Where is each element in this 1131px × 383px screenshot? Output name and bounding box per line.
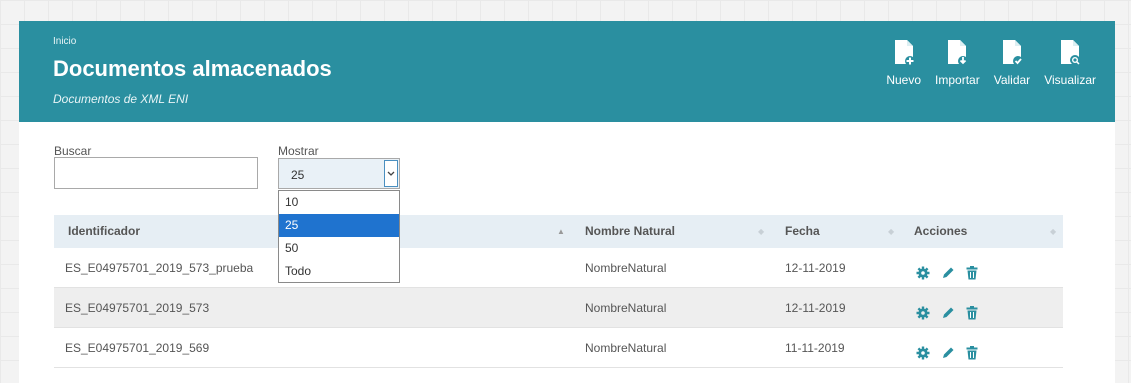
column-header-identificador[interactable]: Identificador bbox=[68, 215, 140, 248]
page-size-dropdown: 10 25 50 Todo bbox=[278, 190, 400, 283]
column-header-fecha[interactable]: Fecha bbox=[785, 215, 820, 248]
document-view-icon bbox=[1061, 40, 1081, 65]
page-header: Inicio Documentos almacenados Documentos… bbox=[19, 21, 1115, 122]
page-size-option-selected[interactable]: 25 bbox=[279, 214, 399, 237]
column-header-acciones: Acciones bbox=[914, 224, 968, 238]
gear-icon[interactable] bbox=[916, 346, 930, 360]
pencil-icon[interactable] bbox=[941, 266, 955, 280]
cell-nombre: NombreNatural bbox=[585, 261, 667, 275]
column-header-nombre[interactable]: Nombre Natural bbox=[585, 215, 675, 248]
gear-icon[interactable] bbox=[916, 266, 930, 280]
cell-nombre: NombreNatural bbox=[585, 341, 667, 355]
documents-card: Inicio Documentos almacenados Documentos… bbox=[19, 21, 1115, 383]
cell-identificador: ES_E04975701_2019_573_prueba bbox=[65, 261, 254, 275]
table-header: Identificador ▲ Nombre Natural ◆ Fecha ◆… bbox=[54, 215, 1063, 248]
chevron-down-icon[interactable] bbox=[384, 160, 398, 187]
page-subtitle: Documentos de XML ENI bbox=[53, 92, 189, 106]
cell-identificador: ES_E04975701_2019_569 bbox=[65, 341, 210, 355]
pencil-icon[interactable] bbox=[941, 306, 955, 320]
row-actions bbox=[916, 306, 978, 320]
breadcrumb[interactable]: Inicio bbox=[53, 36, 76, 47]
page-size-option[interactable]: 50 bbox=[279, 237, 399, 260]
validar-label: Validar bbox=[993, 73, 1031, 87]
nuevo-button[interactable]: Nuevo bbox=[886, 40, 921, 87]
cell-identificador: ES_E04975701_2019_573 bbox=[65, 301, 210, 315]
validar-button[interactable]: Validar bbox=[994, 40, 1030, 87]
search-label: Buscar bbox=[54, 144, 92, 158]
table-row: ES_E04975701_2019_573 NombreNatural 12-1… bbox=[54, 288, 1063, 328]
page-size-option[interactable]: 10 bbox=[279, 191, 399, 214]
nuevo-label: Nuevo bbox=[886, 73, 922, 87]
visualizar-label: Visualizar bbox=[1044, 73, 1096, 87]
row-actions bbox=[916, 346, 978, 360]
trash-icon[interactable] bbox=[966, 306, 978, 320]
table-row: ES_E04975701_2019_573_prueba NombreNatur… bbox=[54, 248, 1063, 288]
cell-fecha: 11-11-2019 bbox=[785, 341, 845, 355]
page-size-option[interactable]: Todo bbox=[279, 260, 399, 283]
page-title: Documentos almacenados bbox=[53, 56, 332, 81]
document-import-icon bbox=[948, 40, 969, 66]
document-add-icon bbox=[894, 40, 915, 66]
visualizar-button[interactable]: Visualizar bbox=[1044, 40, 1096, 87]
document-validate-icon bbox=[1002, 40, 1023, 66]
pencil-icon[interactable] bbox=[941, 346, 955, 360]
sort-icon[interactable]: ◆ bbox=[758, 215, 764, 248]
page-size-value: 25 bbox=[291, 168, 305, 182]
page-size-select[interactable]: 25 bbox=[278, 158, 400, 189]
sort-icon[interactable]: ◆ bbox=[1050, 215, 1056, 248]
row-actions bbox=[916, 266, 978, 280]
gear-icon[interactable] bbox=[916, 306, 930, 320]
header-actions: Nuevo Importar Validar Visualizar bbox=[872, 40, 1096, 87]
sort-asc-icon[interactable]: ▲ bbox=[557, 215, 565, 248]
cell-fecha: 12-11-2019 bbox=[785, 261, 846, 275]
sort-icon[interactable]: ◆ bbox=[888, 215, 894, 248]
cell-fecha: 12-11-2019 bbox=[785, 301, 846, 315]
trash-icon[interactable] bbox=[966, 266, 978, 280]
documents-table: Identificador ▲ Nombre Natural ◆ Fecha ◆… bbox=[54, 215, 1063, 368]
cell-nombre: NombreNatural bbox=[585, 301, 667, 315]
importar-label: Importar bbox=[935, 73, 980, 87]
trash-icon[interactable] bbox=[966, 346, 978, 360]
table-row: ES_E04975701_2019_569 NombreNatural 11-1… bbox=[54, 328, 1063, 368]
search-input[interactable] bbox=[54, 157, 258, 189]
importar-button[interactable]: Importar bbox=[935, 40, 980, 87]
show-label: Mostrar bbox=[278, 144, 319, 158]
